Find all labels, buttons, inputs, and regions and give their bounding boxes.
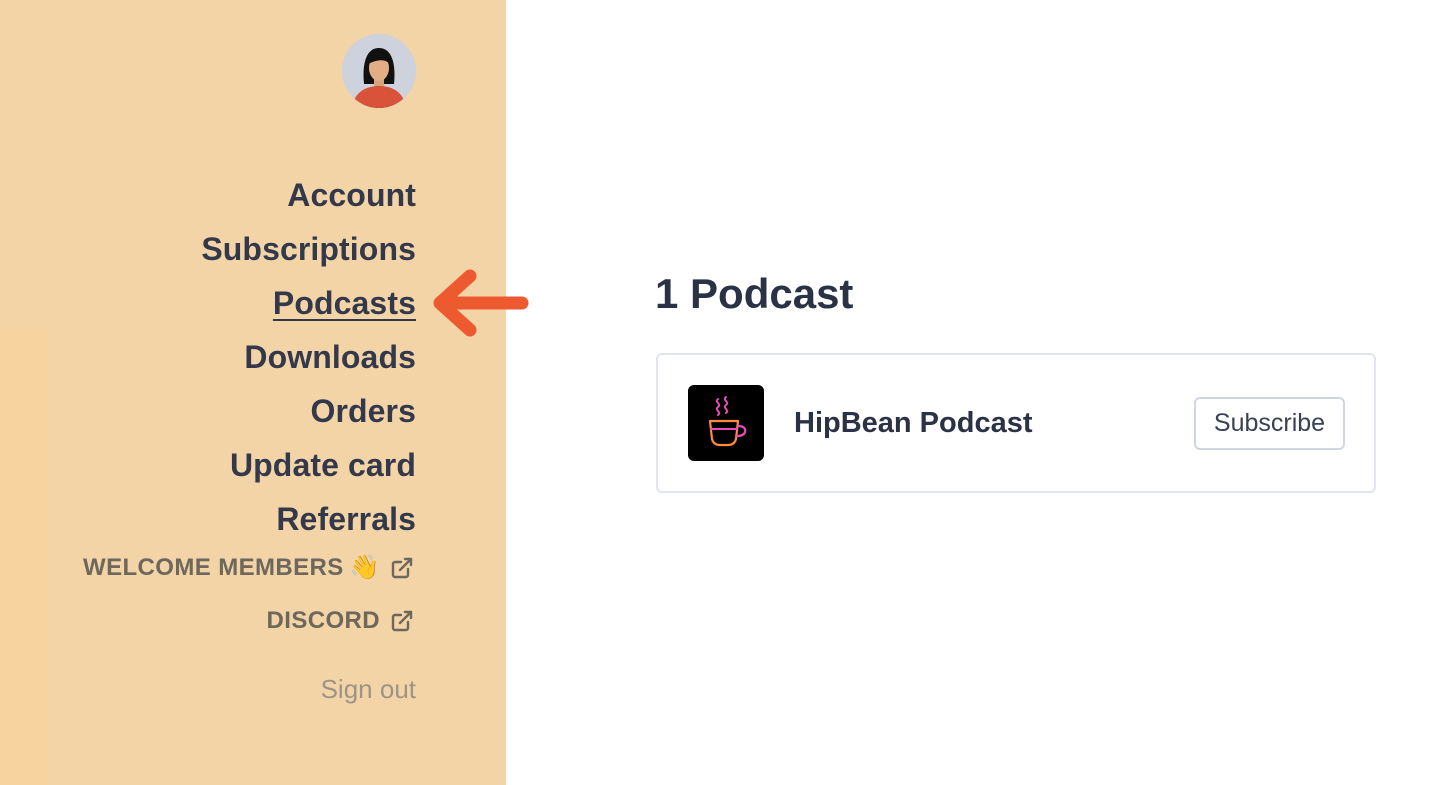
sidebar-item-podcasts[interactable]: Podcasts [273, 276, 416, 330]
welcome-members-link[interactable]: WELCOME MEMBERS 👋 [83, 553, 414, 582]
discord-link[interactable]: DISCORD [267, 607, 414, 635]
sidebar-nav: Account Subscriptions Podcasts Downloads… [201, 168, 416, 546]
discord-label: DISCORD [266, 607, 380, 634]
sign-out-link[interactable]: Sign out [321, 674, 416, 705]
sidebar-item-referrals[interactable]: Referrals [276, 492, 416, 546]
sidebar-item-account[interactable]: Account [287, 168, 416, 222]
sidebar-accent-strip [0, 328, 48, 785]
sidebar: Account Subscriptions Podcasts Downloads… [0, 0, 506, 785]
arrow-left-icon [430, 268, 530, 338]
waving-hand-emoji: 👋 [349, 554, 380, 581]
sidebar-item-downloads[interactable]: Downloads [244, 330, 416, 384]
coffee-cup-icon [688, 385, 764, 461]
external-link-icon [390, 556, 414, 580]
page-title: 1 Podcast [655, 270, 854, 317]
user-avatar[interactable] [342, 34, 416, 108]
sidebar-item-orders[interactable]: Orders [310, 384, 416, 438]
page: Account Subscriptions Podcasts Downloads… [0, 0, 1440, 785]
podcast-title[interactable]: HipBean Podcast [794, 407, 1033, 440]
sidebar-item-subscriptions[interactable]: Subscriptions [201, 222, 416, 276]
subscribe-button[interactable]: Subscribe [1194, 397, 1345, 450]
sidebar-item-update-card[interactable]: Update card [230, 438, 416, 492]
podcast-card: HipBean Podcast Subscribe [656, 353, 1376, 493]
external-link-icon [390, 609, 414, 633]
welcome-members-label: WELCOME MEMBERS [83, 553, 344, 581]
